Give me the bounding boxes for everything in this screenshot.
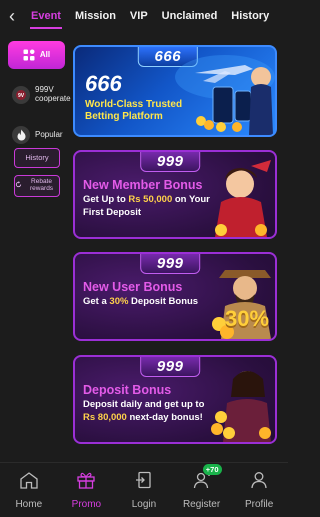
- promo-banner-666[interactable]: 666 666 World-Class Trusted Betting Plat…: [73, 45, 277, 137]
- tab-history[interactable]: History: [224, 0, 276, 32]
- grid-icon: [23, 49, 35, 61]
- banner-description: Get Up to Rs 50,000 on Your First Deposi…: [83, 194, 210, 219]
- rebate-label: Rebate rewards: [29, 178, 54, 192]
- gift-icon: [76, 471, 96, 494]
- home-icon: [19, 471, 39, 494]
- tab-mission[interactable]: Mission: [68, 0, 123, 32]
- banner-title: New Member Bonus: [83, 178, 203, 192]
- banner-description: Get a 30% Deposit Bonus: [83, 296, 199, 308]
- nav-home[interactable]: Home: [0, 463, 58, 517]
- refresh-icon: [15, 181, 22, 191]
- 999v-logo-icon: 9V: [12, 86, 30, 104]
- category-label: 999V cooperate: [35, 85, 71, 103]
- category-popular[interactable]: Popular: [8, 118, 65, 152]
- nav-label: Home: [15, 498, 43, 510]
- tab-vip[interactable]: VIP: [123, 0, 155, 32]
- rebate-rewards-button[interactable]: Rebate rewards: [14, 175, 60, 197]
- fire-icon: [12, 126, 30, 144]
- banner-title: Deposit Bonus: [83, 383, 172, 397]
- chevron-left-icon: ‹: [9, 5, 15, 26]
- category-label: All: [39, 49, 51, 59]
- nav-label: Profile: [244, 498, 274, 510]
- nav-promo[interactable]: Promo: [58, 463, 116, 517]
- promo-banner-new-user-bonus[interactable]: 999 30% New User Bonus Get a 30% Deposit…: [73, 252, 277, 341]
- category-all[interactable]: All: [8, 41, 65, 69]
- tab-unclaimed[interactable]: Unclaimed: [155, 0, 225, 32]
- category-label: Popular: [35, 129, 63, 139]
- tab-list: Event Mission VIP Unclaimed History: [24, 0, 288, 32]
- nav-login[interactable]: Login: [115, 463, 173, 517]
- banner-tagline: World-Class Trusted Betting Platform: [85, 99, 183, 122]
- nav-label: Promo: [71, 498, 102, 510]
- svg-text:9V: 9V: [18, 93, 25, 99]
- banner-title: New User Bonus: [83, 280, 183, 294]
- nav-profile[interactable]: Profile: [230, 463, 288, 517]
- nav-label: Login: [131, 498, 157, 510]
- percent-badge: 30%: [225, 306, 270, 331]
- bottom-navigation: Home Promo Login +70 Register Profile: [0, 462, 288, 517]
- back-button[interactable]: ‹: [0, 0, 24, 32]
- banner-headline: 666: [85, 71, 122, 96]
- profile-icon: [249, 471, 269, 494]
- promo-banner-new-member-bonus[interactable]: 999 New Member Bonus Get Up to Rs 50,000…: [73, 150, 277, 239]
- history-button[interactable]: History: [14, 148, 60, 168]
- tab-event[interactable]: Event: [24, 0, 68, 32]
- top-tab-bar: ‹ Event Mission VIP Unclaimed History: [0, 0, 288, 32]
- promo-banner-deposit-bonus[interactable]: 999 Deposit Bonus Deposit daily and get …: [73, 355, 277, 444]
- category-sidebar: All 9V 999V cooperate Popular History Re…: [0, 32, 71, 462]
- login-icon: [134, 471, 154, 494]
- nav-label: Register: [182, 498, 221, 510]
- nav-register[interactable]: +70 Register: [173, 463, 231, 517]
- banner-description: Deposit daily and get up to Rs 80,000 ne…: [83, 399, 205, 424]
- register-badge: +70: [202, 464, 222, 475]
- category-999v-cooperate[interactable]: 9V 999V cooperate: [8, 78, 71, 112]
